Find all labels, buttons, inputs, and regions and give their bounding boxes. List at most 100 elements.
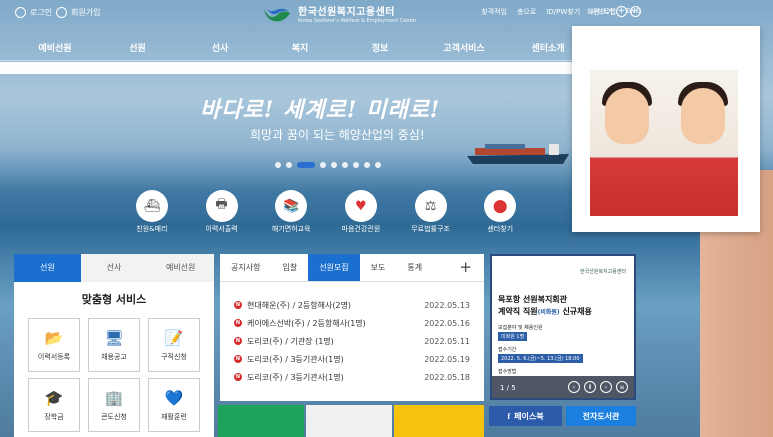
quick-link[interactable]: ⛴ 친원&매리	[126, 190, 178, 236]
service-item-label: 채용공고	[101, 352, 127, 361]
user-plus-icon	[56, 7, 67, 18]
quick-link[interactable]: 🖶 이력서출력	[196, 190, 248, 236]
building-icon: 🏢	[104, 388, 124, 407]
service-item-label: 구직신청	[161, 352, 187, 361]
slide-dot[interactable]	[375, 162, 381, 168]
list-item-title: 도리코(주) / 3등기관사(1명)	[247, 354, 344, 364]
list-item[interactable]: N 도리코(주) / 기관장 (1명) 2022.05.11	[220, 332, 484, 350]
slide-dot-active[interactable]	[297, 162, 315, 168]
list-item[interactable]: N 도리코(주) / 3등기관사(1명) 2022.05.18	[220, 368, 484, 386]
books-icon: 📚	[275, 190, 308, 222]
banner-card[interactable]	[306, 405, 392, 437]
tab-notice[interactable]: 공지사항	[220, 254, 271, 281]
quick-link-label: 무료법률구조	[411, 225, 450, 233]
list-item-date: 2022.05.19	[424, 354, 470, 364]
utility-link[interactable]: 총으로	[517, 7, 536, 17]
submenu-strip	[0, 62, 572, 74]
slide-dot[interactable]	[286, 162, 292, 168]
quick-link[interactable]: ⬤ 센터찾기	[474, 190, 526, 236]
list-item-title: 현대해운(주) / 2등항해사(2명)	[247, 300, 352, 310]
tab-prospective[interactable]: 예비선원	[147, 254, 215, 282]
photo-card	[572, 26, 760, 232]
ship-illustration	[467, 144, 569, 164]
poster-line2-a: 계약직 직원	[498, 307, 538, 316]
new-badge: N	[234, 373, 242, 381]
list-item[interactable]: N 현대해운(주) / 2등항해사(2명) 2022.05.13	[220, 296, 484, 314]
tab-shipowner[interactable]: 선사	[80, 254, 148, 282]
utility-link[interactable]: ID/PW찾기	[546, 7, 580, 17]
service-item-label: 콘도신청	[101, 412, 127, 421]
nav-item[interactable]: 예비선원	[0, 41, 110, 54]
site-logo[interactable]: 한국선원복지고용센터 Korea Seafarer's Welfare & Em…	[262, 3, 417, 24]
poster-tag-1: 미화원 1명	[498, 332, 528, 341]
list-item-date: 2022.05.16	[424, 318, 470, 328]
list-item[interactable]: N 케이에스선박(주) / 2등항해사(1명) 2022.05.16	[220, 314, 484, 332]
poster-section-1: 모집분야 및 채용인원	[498, 325, 543, 331]
service-item[interactable]: 🖥 채용공고	[88, 318, 140, 372]
quick-link-label: 이력서출력	[205, 225, 238, 233]
logo-title: 한국선원복지고용센터	[298, 7, 395, 18]
new-badge: N	[234, 301, 242, 309]
tab-recruit[interactable]: 선원모집	[308, 254, 360, 281]
tab-seafarer[interactable]: 선원	[14, 254, 81, 282]
tab-bid[interactable]: 입찰	[271, 254, 308, 281]
children-photo	[590, 70, 738, 216]
quick-link[interactable]: 📚 해기면허교육	[265, 190, 317, 236]
service-grid: 📂 이력서등록 🖥 채용공고 📝 구직신청 🎓 장학금 🏢 콘도신청 💙 재활훈련	[28, 318, 200, 432]
quick-link[interactable]: ♥ 마음건강관원	[335, 190, 387, 236]
tab-press[interactable]: 보도	[360, 254, 397, 281]
facebook-icon: f	[507, 411, 511, 421]
service-item[interactable]: 🏢 콘도신청	[88, 378, 140, 432]
service-item-label: 장학금	[44, 412, 64, 421]
service-item[interactable]: 📝 구직신청	[148, 318, 200, 372]
nav-item[interactable]: 복지	[275, 41, 325, 54]
nav-item[interactable]: 고객서비스	[435, 41, 493, 54]
utility-link[interactable]: 찾격적임	[481, 7, 507, 17]
next-icon[interactable]: ›	[600, 381, 612, 393]
zoom-label: 화면크기	[587, 7, 613, 16]
signup-label: 회원가입	[71, 8, 101, 17]
slide-dot[interactable]	[364, 162, 370, 168]
nav-item[interactable]: 정보	[325, 41, 435, 54]
zoom-control: 화면크기 + −	[587, 6, 641, 17]
nav-divider	[0, 60, 640, 61]
facebook-link[interactable]: f 페이스북	[489, 406, 562, 426]
service-item[interactable]: 🎓 장학금	[28, 378, 80, 432]
zoom-out-button[interactable]: −	[629, 6, 641, 17]
nav-item[interactable]: 선사	[165, 41, 275, 54]
popup-banner[interactable]: 한국선원복지고용센터 목포항 선원복지회관 계약직 직원(비화원) 신규채용 모…	[490, 254, 636, 400]
list-item-title: 도리코(주) / 기관장 (1명)	[247, 336, 334, 346]
slide-dot[interactable]	[331, 162, 337, 168]
poster-line2-c: 신규채용	[562, 307, 592, 316]
zoom-in-button[interactable]: +	[615, 6, 627, 17]
slide-dot[interactable]	[320, 162, 326, 168]
clipboard-pen-icon: 📝	[164, 328, 184, 347]
quick-link[interactable]: ⚖ 무료법률구조	[405, 190, 457, 236]
list-item-date: 2022.05.18	[424, 372, 470, 382]
nav-item[interactable]: 선원	[110, 41, 165, 54]
service-item[interactable]: 💙 재활훈련	[148, 378, 200, 432]
list-item[interactable]: N 도리코(주) / 3등기관사(1명) 2022.05.19	[220, 350, 484, 368]
tab-stats[interactable]: 통계	[396, 254, 433, 281]
signup-link[interactable]: 회원가입	[56, 7, 100, 18]
banner-card[interactable]	[218, 405, 304, 437]
list-icon[interactable]: ≡	[616, 381, 628, 393]
slide-dot[interactable]	[275, 162, 281, 168]
login-link[interactable]: 로그인	[15, 7, 52, 18]
prev-icon[interactable]: ‹	[568, 381, 580, 393]
more-button[interactable]: +	[447, 254, 484, 281]
slide-dot[interactable]	[353, 162, 359, 168]
page-indicator: 1 / 5	[500, 384, 516, 392]
monitor-icon: 🖥	[104, 328, 124, 347]
pause-icon[interactable]: Ⅱ	[584, 381, 596, 393]
slide-pagination	[275, 162, 381, 168]
quick-links: ⛴ 친원&매리 🖶 이력서출력 📚 해기면허교육 ♥ 마음건강관원 ⚖ 무료법률구조 ⬤ 센…	[126, 190, 526, 236]
logo-wave-icon	[264, 7, 290, 21]
heart-hand-icon: 💙	[164, 388, 184, 407]
banner-card[interactable]	[394, 405, 484, 437]
board-list: N 현대해운(주) / 2등항해사(2명) 2022.05.13 N 케이에스선박(주…	[220, 282, 484, 386]
slide-dot[interactable]	[342, 162, 348, 168]
service-item[interactable]: 📂 이력서등록	[28, 318, 80, 372]
e-library-link[interactable]: 전자도서관	[566, 406, 636, 426]
user-icon	[15, 7, 26, 18]
